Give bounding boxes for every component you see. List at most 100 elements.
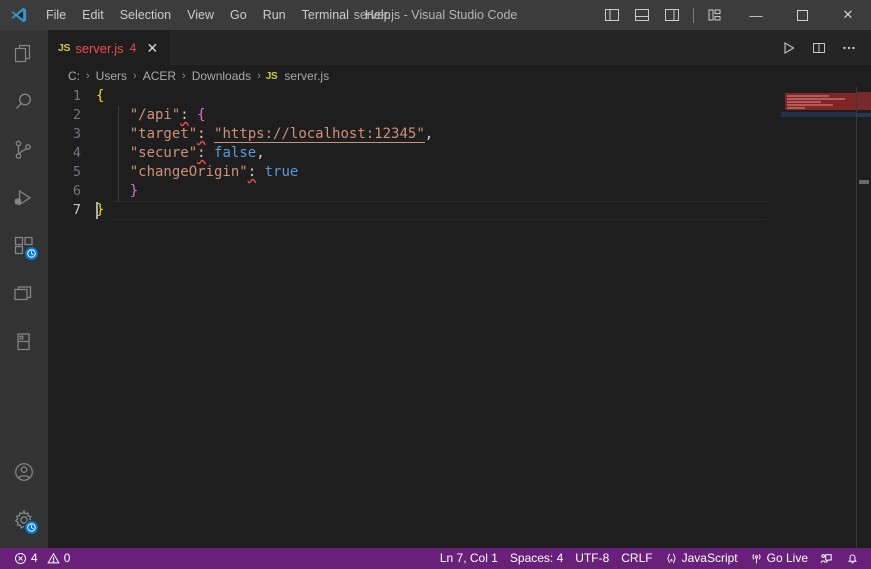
line-number: 3	[72, 126, 81, 142]
minimap-line	[787, 98, 845, 100]
book-icon	[12, 330, 36, 354]
split-editor-button[interactable]	[805, 34, 833, 62]
window-minimize-button[interactable]: —	[733, 0, 779, 30]
line-content: "changeOrigin": true	[96, 163, 299, 182]
minimap-line	[787, 107, 805, 109]
menu-selection[interactable]: Selection	[112, 0, 179, 30]
minimap-line	[787, 95, 829, 97]
tab-label: server.js	[75, 40, 124, 56]
customize-layout-icon[interactable]	[701, 0, 729, 30]
js-braces-icon	[665, 552, 678, 565]
window-maximize-button[interactable]	[779, 0, 825, 30]
status-line-endings[interactable]: CRLF	[615, 548, 658, 569]
sidebar-item-source-control[interactable]	[0, 126, 48, 174]
chevron-right-icon: ›	[133, 70, 137, 82]
account-icon	[12, 460, 36, 484]
more-actions-button[interactable]	[835, 34, 863, 62]
menu-terminal[interactable]: Terminal	[294, 0, 357, 30]
run-debug-icon	[12, 186, 36, 210]
token-string: "target"	[129, 126, 198, 142]
warning-count: 0	[63, 551, 71, 565]
minimap-selection-region	[781, 112, 857, 117]
code-line-1: 1 {	[48, 87, 871, 106]
status-cursor-position[interactable]: Ln 7, Col 1	[434, 548, 504, 569]
sidebar-item-remote-explorer[interactable]	[0, 270, 48, 318]
broadcast-icon	[750, 552, 763, 565]
close-icon[interactable]: ✕	[144, 41, 160, 55]
divider	[693, 7, 694, 23]
chevron-right-icon: ›	[86, 70, 90, 82]
status-notifications[interactable]	[840, 548, 865, 569]
sidebar-item-accounts[interactable]	[0, 448, 48, 496]
remote-explorer-icon	[12, 282, 36, 306]
status-language-mode[interactable]: JavaScript	[659, 548, 744, 569]
sidebar-item-search[interactable]	[0, 78, 48, 126]
tab-server-js[interactable]: JS server.js 4 ✕	[48, 30, 172, 65]
line-content: "target": "https://localhost:12345",	[96, 125, 433, 144]
status-encoding[interactable]: UTF-8	[569, 548, 615, 569]
code-line-4: 4 "secure": false,	[48, 144, 871, 163]
line-number: 7	[72, 202, 81, 218]
error-circle-icon	[14, 552, 27, 565]
warning-triangle-icon	[46, 552, 60, 565]
menu-file[interactable]: File	[38, 0, 74, 30]
token-string: "changeOrigin"	[129, 164, 248, 180]
token-error-colon: :	[197, 126, 206, 142]
breadcrumb: C: › Users › ACER › Downloads › JS serve…	[48, 65, 871, 87]
breadcrumb-item-1[interactable]: Users	[95, 69, 128, 83]
title-bar: File Edit Selection View Go Run Terminal…	[0, 0, 871, 30]
extensions-update-badge-icon	[24, 246, 39, 261]
editor-tabs-bar: JS server.js 4 ✕	[48, 30, 871, 65]
sidebar-item-extensions[interactable]	[0, 222, 48, 270]
token-bracket: {	[96, 88, 105, 104]
sidebar-item-explorer[interactable]	[0, 30, 48, 78]
line-content: "/api": {	[96, 106, 206, 125]
editor-actions	[775, 30, 871, 65]
menu-edit[interactable]: Edit	[74, 0, 112, 30]
breadcrumb-item-2[interactable]: ACER	[142, 69, 177, 83]
vscode-logo-icon	[0, 0, 38, 30]
sidebar-item-settings[interactable]	[0, 496, 48, 544]
window-close-button[interactable]: ✕	[825, 0, 871, 30]
token-string-link[interactable]: "https://localhost:12345"	[214, 126, 425, 143]
status-problems[interactable]: 4 0	[8, 548, 76, 569]
activity-bar	[0, 30, 48, 548]
line-content: }	[96, 182, 138, 201]
status-go-live[interactable]: Go Live	[744, 548, 814, 569]
sidebar-item-live-server[interactable]	[0, 318, 48, 366]
status-indentation[interactable]: Spaces: 4	[504, 548, 569, 569]
menu-view[interactable]: View	[179, 0, 222, 30]
js-file-icon: JS	[265, 70, 278, 82]
breadcrumb-item-4[interactable]: server.js	[283, 69, 330, 83]
code-line-3: 3 "target": "https://localhost:12345",	[48, 125, 871, 144]
toggle-panel-icon[interactable]	[628, 0, 656, 30]
line-number: 6	[72, 183, 81, 199]
minimap-line	[787, 101, 821, 103]
toggle-primary-sidebar-icon[interactable]	[598, 0, 626, 30]
status-bar-right: Ln 7, Col 1 Spaces: 4 UTF-8 CRLF JavaScr…	[434, 548, 871, 569]
code-line-2: 2 "/api": {	[48, 106, 871, 125]
code-editor[interactable]: 1 { 2 "/api": { 3 "target": "https://loc…	[48, 87, 871, 548]
activity-bar-bottom	[0, 448, 48, 548]
toggle-secondary-sidebar-icon[interactable]	[658, 0, 686, 30]
line-content: {	[96, 87, 104, 106]
token-string: "/api"	[129, 107, 181, 123]
line-content: "secure": false,	[96, 144, 265, 163]
sidebar-item-run-and-debug[interactable]	[0, 174, 48, 222]
line-content: }	[96, 201, 104, 220]
menu-run[interactable]: Run	[255, 0, 294, 30]
layout-controls	[598, 0, 733, 30]
status-feedback[interactable]	[814, 548, 840, 569]
search-icon	[12, 90, 36, 114]
minimap[interactable]	[767, 87, 857, 548]
breadcrumb-item-3[interactable]: Downloads	[191, 69, 252, 83]
menu-go[interactable]: Go	[222, 0, 255, 30]
breadcrumb-item-0[interactable]: C:	[67, 69, 81, 83]
editor-scrollbar[interactable]	[857, 87, 871, 548]
run-code-button[interactable]	[775, 34, 803, 62]
menu-help[interactable]: Help	[357, 0, 399, 30]
